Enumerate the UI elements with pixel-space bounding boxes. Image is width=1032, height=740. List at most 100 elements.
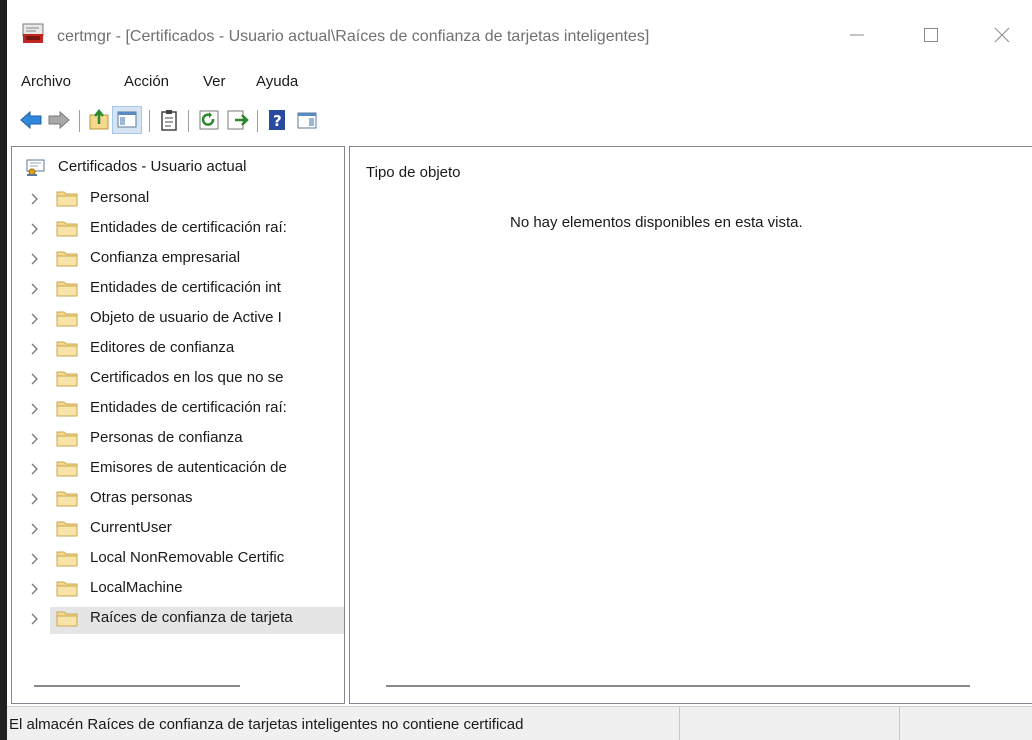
tree-item[interactable]: Personas de confianza xyxy=(12,424,344,454)
folder-icon xyxy=(56,519,78,537)
tree-item[interactable]: Personal xyxy=(12,184,344,214)
tree-item-label: Entidades de certificación raí: xyxy=(90,399,287,416)
tree-item[interactable]: Confianza empresarial xyxy=(12,244,344,274)
chevron-right-icon[interactable] xyxy=(30,282,40,296)
folder-icon xyxy=(56,489,78,507)
action-pane-icon[interactable] xyxy=(295,108,319,132)
folder-icon xyxy=(56,219,78,237)
tree-item-label: Emisores de autenticación de xyxy=(90,459,287,476)
tree-item-label: Certificados en los que no se xyxy=(90,369,284,386)
folder-icon xyxy=(56,339,78,357)
folder-icon xyxy=(56,189,78,207)
chevron-right-icon[interactable] xyxy=(30,342,40,356)
show-hide-tree-icon[interactable] xyxy=(112,106,142,134)
tree-item-label: Entidades de certificación raí: xyxy=(90,219,287,236)
menu-ayuda[interactable]: Ayuda xyxy=(256,73,298,90)
menu-archivo[interactable]: Archivo xyxy=(21,73,71,90)
close-icon xyxy=(994,27,1010,43)
tree-item-label: Editores de confianza xyxy=(90,339,235,356)
chevron-right-icon[interactable] xyxy=(30,552,40,566)
tree-item[interactable]: Editores de confianza xyxy=(12,334,344,364)
folder-icon xyxy=(56,399,78,417)
chevron-right-icon[interactable] xyxy=(30,312,40,326)
toolbar-separator xyxy=(79,110,80,132)
export-list-icon[interactable] xyxy=(225,108,249,132)
tree-root-label: Certificados - Usuario actual xyxy=(58,158,247,175)
tree-item[interactable]: Entidades de certificación raí: xyxy=(12,394,344,424)
folder-icon xyxy=(56,609,78,627)
status-divider xyxy=(899,707,900,740)
tree-root[interactable]: Certificados - Usuario actual xyxy=(12,157,344,179)
chevron-right-icon[interactable] xyxy=(30,402,40,416)
chevron-right-icon[interactable] xyxy=(30,462,40,476)
chevron-right-icon[interactable] xyxy=(30,492,40,506)
tree-item[interactable]: Certificados en los que no se xyxy=(12,364,344,394)
tree-item-label: Personal xyxy=(90,189,150,206)
toolbar: ? xyxy=(7,104,1032,138)
chevron-right-icon[interactable] xyxy=(30,372,40,386)
certmgr-window: certmgr - [Certificados - Usuario actual… xyxy=(7,0,1032,740)
chevron-right-icon[interactable] xyxy=(30,192,40,206)
folder-icon xyxy=(56,459,78,477)
forward-arrow-icon[interactable] xyxy=(47,108,71,132)
up-folder-icon[interactable] xyxy=(87,108,111,132)
svg-text:?: ? xyxy=(273,112,282,130)
folder-icon xyxy=(56,429,78,447)
minimize-button[interactable] xyxy=(837,18,877,52)
maximize-button[interactable] xyxy=(911,18,951,52)
title-bar[interactable]: certmgr - [Certificados - Usuario actual… xyxy=(7,0,1032,66)
chevron-right-icon[interactable] xyxy=(30,252,40,266)
folder-icon xyxy=(56,279,78,297)
tree-item-label: LocalMachine xyxy=(90,579,183,596)
tree-item[interactable]: CurrentUser xyxy=(12,514,344,544)
back-arrow-icon[interactable] xyxy=(19,108,43,132)
chevron-right-icon[interactable] xyxy=(30,432,40,446)
menu-ver[interactable]: Ver xyxy=(203,73,226,90)
tree-item-label: Local NonRemovable Certific xyxy=(90,549,285,566)
chevron-right-icon[interactable] xyxy=(30,522,40,536)
empty-view-message: No hay elementos disponibles en esta vis… xyxy=(510,214,803,231)
chevron-right-icon[interactable] xyxy=(30,612,40,626)
folder-icon xyxy=(56,549,78,567)
tree-item-label: Confianza empresarial xyxy=(90,249,241,266)
toolbar-separator xyxy=(188,110,189,132)
chevron-right-icon[interactable] xyxy=(30,222,40,236)
tree-item-label: CurrentUser xyxy=(90,519,172,536)
tree-item-label: Otras personas xyxy=(90,489,193,506)
tree-item-label: Personas de confianza xyxy=(90,429,243,446)
status-text: El almacén Raíces de confianza de tarjet… xyxy=(9,716,524,733)
help-icon[interactable]: ? xyxy=(265,108,289,132)
refresh-icon[interactable] xyxy=(197,108,221,132)
status-bar: El almacén Raíces de confianza de tarjet… xyxy=(7,706,1032,740)
folder-icon xyxy=(56,579,78,597)
tree-item[interactable]: Objeto de usuario de Active I xyxy=(12,304,344,334)
tree-item-label: Entidades de certificación int xyxy=(90,279,281,296)
tree-list: Personal Entidades de certificación raí: C… xyxy=(12,184,344,634)
tree-horizontal-scrollbar[interactable] xyxy=(34,685,240,687)
tree-item[interactable]: Local NonRemovable Certific xyxy=(12,544,344,574)
content-pane: Tipo de objeto No hay elementos disponib… xyxy=(349,146,1032,704)
menu-accion[interactable]: Acción xyxy=(124,73,169,90)
certmgr-app-icon xyxy=(22,22,44,44)
column-header-tipo-de-objeto[interactable]: Tipo de objeto xyxy=(366,164,461,181)
tree-item[interactable]: Raíces de confianza de tarjeta xyxy=(12,604,344,634)
toolbar-separator xyxy=(257,110,258,132)
close-button[interactable] xyxy=(982,18,1022,52)
tree-item[interactable]: Emisores de autenticación de xyxy=(12,454,344,484)
window-title: certmgr - [Certificados - Usuario actual… xyxy=(57,28,650,45)
tree-item-label: Objeto de usuario de Active I xyxy=(90,309,282,326)
maximize-icon xyxy=(924,28,938,42)
folder-icon xyxy=(56,249,78,267)
tree-pane: Certificados - Usuario actual Personal En… xyxy=(11,146,345,704)
tree-item-label: Raíces de confianza de tarjeta xyxy=(90,609,293,626)
folder-icon xyxy=(56,369,78,387)
toolbar-separator xyxy=(149,110,150,132)
content-horizontal-scrollbar[interactable] xyxy=(386,685,970,687)
folder-icon xyxy=(56,309,78,327)
clipboard-icon[interactable] xyxy=(157,108,181,132)
tree-item[interactable]: LocalMachine xyxy=(12,574,344,604)
tree-item[interactable]: Entidades de certificación int xyxy=(12,274,344,304)
chevron-right-icon[interactable] xyxy=(30,582,40,596)
tree-item[interactable]: Entidades de certificación raí: xyxy=(12,214,344,244)
tree-item[interactable]: Otras personas xyxy=(12,484,344,514)
